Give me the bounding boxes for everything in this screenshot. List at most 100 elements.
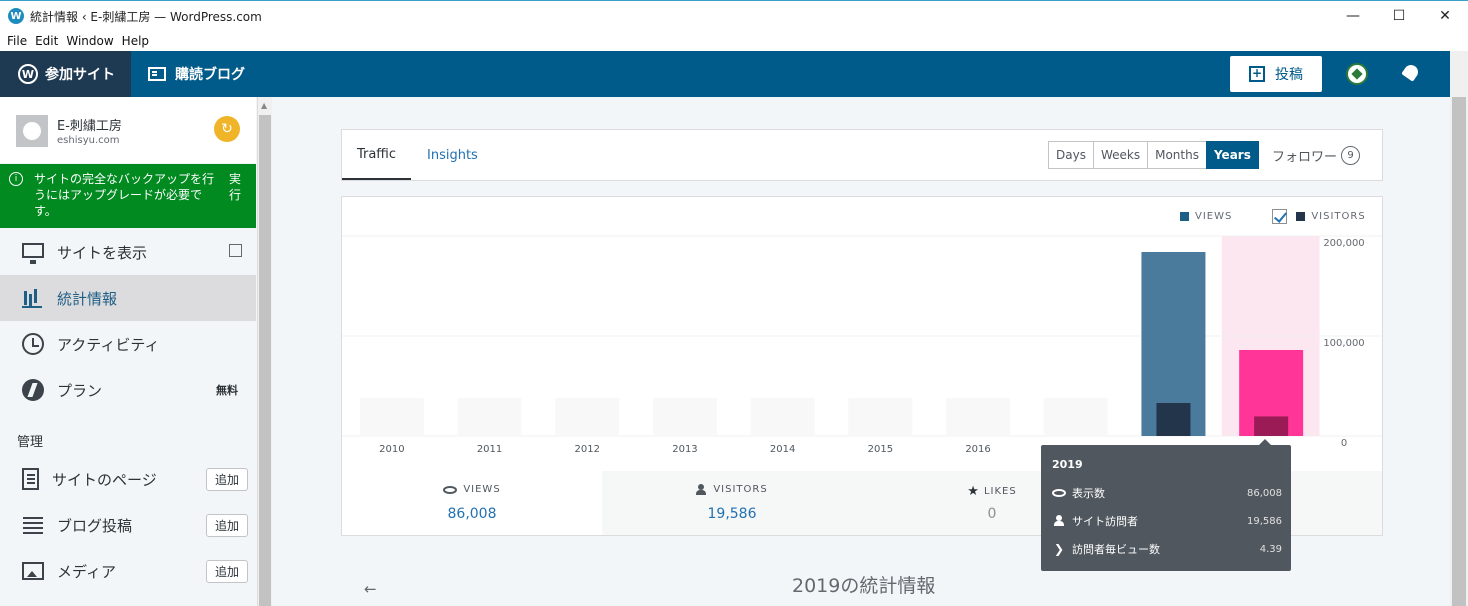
minimize-button[interactable]: — bbox=[1330, 1, 1376, 31]
x-tick-label: 2013 bbox=[672, 444, 697, 455]
site-name: E-刺繍工房 bbox=[57, 119, 122, 134]
tooltip-value: 19,586 bbox=[1247, 515, 1282, 527]
y-tick-label: 100,000 bbox=[1323, 338, 1364, 349]
notice-action[interactable]: 実行 bbox=[229, 171, 243, 203]
add-post-button[interactable]: 追加 bbox=[206, 514, 248, 537]
scroll-up-icon[interactable]: ▲ bbox=[261, 101, 267, 110]
chart-tooltip: 2019 表示数 86,008 サイト訪問者 19,586 ❯ 訪問者毎ビュー数… bbox=[1041, 439, 1291, 571]
y-tick-label: 200,000 bbox=[1323, 238, 1364, 249]
sidebar-item-label: メディア bbox=[57, 562, 116, 581]
period-selector: Days Weeks Months Years bbox=[1048, 141, 1259, 169]
close-button[interactable]: ✕ bbox=[1422, 1, 1468, 31]
masterbar: W 参加サイト 購読ブログ + 投稿 bbox=[0, 51, 1450, 97]
sync-icon[interactable]: ↻ bbox=[214, 116, 240, 142]
total-views-label: VIEWS bbox=[463, 484, 501, 495]
menu-window[interactable]: Window bbox=[66, 34, 113, 48]
empty-bar-placeholder bbox=[750, 398, 815, 436]
sidebar-item-label: サイトを表示 bbox=[57, 243, 148, 262]
sidebar-item-media[interactable]: メディア 追加 bbox=[0, 548, 256, 594]
sidebar-item-view-site[interactable]: サイトを表示 bbox=[0, 229, 256, 275]
maximize-button[interactable]: ☐ bbox=[1376, 1, 1422, 31]
x-tick-label: 2015 bbox=[868, 444, 893, 455]
back-arrow-icon[interactable]: ← bbox=[364, 580, 377, 598]
total-views-tab[interactable]: VIEWS 86,008 bbox=[342, 471, 602, 535]
sidebar-item-label: ブログ投稿 bbox=[57, 516, 133, 535]
tooltip-label: 表示数 bbox=[1072, 487, 1105, 500]
wordpress-logo-icon: W bbox=[18, 64, 38, 84]
period-months[interactable]: Months bbox=[1147, 141, 1207, 169]
empty-bar-placeholder bbox=[359, 398, 424, 436]
visitors-bar bbox=[1254, 416, 1289, 436]
person-icon bbox=[696, 484, 707, 495]
empty-bar-placeholder bbox=[848, 398, 913, 436]
notice-message: サイトの完全なバックアップを行うにはアップグレードが必要です。 bbox=[34, 172, 215, 218]
window-scrollbar-thumb[interactable] bbox=[1452, 97, 1466, 606]
tooltip-label: 訪問者毎ビュー数 bbox=[1072, 543, 1160, 556]
sidebar-item-label: 統計情報 bbox=[57, 289, 118, 308]
total-likes-label: LIKES bbox=[983, 486, 1017, 497]
add-media-button[interactable]: 追加 bbox=[206, 560, 248, 583]
star-icon: ★ bbox=[967, 484, 979, 499]
eye-icon bbox=[1052, 489, 1066, 497]
my-sites-label: 参加サイト bbox=[45, 67, 115, 83]
tooltip-value: 4.39 bbox=[1259, 543, 1282, 555]
reader-icon bbox=[148, 67, 166, 81]
x-tick-label: 2010 bbox=[379, 444, 404, 455]
sidebar-item-label: アクティビティ bbox=[57, 335, 160, 354]
empty-bar-placeholder bbox=[555, 398, 620, 436]
empty-bar-placeholder bbox=[1043, 398, 1108, 436]
x-tick-label: 2016 bbox=[965, 444, 990, 455]
followers-count: 9 bbox=[1341, 146, 1361, 165]
sidebar-item-plan[interactable]: プラン 無料 bbox=[0, 367, 256, 413]
my-sites-button[interactable]: W 参加サイト bbox=[0, 51, 131, 97]
total-visitors-tab[interactable]: VISITORS 19,586 bbox=[602, 471, 862, 535]
period-years[interactable]: Years bbox=[1205, 141, 1259, 169]
tooltip-row-views-per-visitor: ❯ 訪問者毎ビュー数 4.39 bbox=[1052, 541, 1282, 557]
period-weeks[interactable]: Weeks bbox=[1092, 141, 1149, 169]
reader-button[interactable]: 購読ブログ bbox=[148, 51, 245, 97]
menu-help[interactable]: Help bbox=[122, 34, 149, 48]
avatar[interactable] bbox=[1346, 63, 1368, 85]
new-post-icon: + bbox=[1249, 66, 1265, 82]
sidebar-item-label: プラン bbox=[57, 381, 103, 400]
period-days[interactable]: Days bbox=[1048, 141, 1094, 169]
sidebar-scrollbar-thumb[interactable] bbox=[259, 115, 271, 606]
monitor-icon bbox=[22, 242, 44, 264]
stats-nav: Traffic Insights Days Weeks Months Years… bbox=[341, 129, 1383, 181]
sidebar-item-label: サイトのページ bbox=[52, 470, 157, 489]
empty-bar-placeholder bbox=[652, 398, 717, 436]
sidebar-item-pages[interactable]: サイトのページ 追加 bbox=[0, 456, 256, 502]
menu-edit[interactable]: Edit bbox=[35, 34, 58, 48]
sidebar-item-posts[interactable]: ブログ投稿 追加 bbox=[0, 502, 256, 548]
tooltip-year: 2019 bbox=[1052, 458, 1083, 471]
sidebar-item-activity[interactable]: アクティビティ bbox=[0, 321, 256, 367]
write-post-button[interactable]: + 投稿 bbox=[1230, 56, 1322, 92]
site-url: eshisyu.com bbox=[57, 135, 120, 146]
menu-file[interactable]: File bbox=[7, 34, 27, 48]
tab-traffic[interactable]: Traffic bbox=[342, 130, 411, 180]
manage-heading: 管理 bbox=[17, 435, 44, 450]
window-scrollbar[interactable] bbox=[1450, 51, 1468, 606]
add-page-button[interactable]: 追加 bbox=[206, 468, 248, 491]
followers-link[interactable]: フォロワー 9 bbox=[1272, 146, 1361, 165]
tooltip-row-views: 表示数 86,008 bbox=[1052, 485, 1282, 501]
tooltip-row-visitors: サイト訪問者 19,586 bbox=[1052, 513, 1282, 529]
followers-label: フォロワー bbox=[1272, 150, 1338, 165]
bar-chart[interactable]: 200,000 100,000 0 2010 2011 2012 2013 2014 2015 2… bbox=[342, 197, 1382, 471]
total-visitors-label: VISITORS bbox=[713, 484, 768, 495]
tab-insights[interactable]: Insights bbox=[427, 130, 478, 180]
total-visitors-value: 19,586 bbox=[707, 506, 757, 522]
history-icon bbox=[22, 333, 44, 355]
sidebar-item-stats[interactable]: 統計情報 bbox=[0, 275, 256, 321]
eye-icon bbox=[443, 485, 458, 494]
empty-bar-placeholder bbox=[457, 398, 522, 436]
external-link-icon bbox=[229, 244, 242, 257]
reader-label: 購読ブログ bbox=[175, 67, 245, 83]
empty-bar-placeholder bbox=[946, 398, 1011, 436]
notifications-button[interactable] bbox=[1401, 62, 1421, 84]
site-card[interactable]: E-刺繍工房 eshisyu.com ↻ bbox=[0, 97, 256, 163]
sidebar-scrollbar[interactable]: ▲ bbox=[258, 97, 272, 606]
menu-bar: File Edit Window Help bbox=[0, 31, 1468, 51]
backup-upgrade-notice[interactable]: i サイトの完全なバックアップを行うにはアップグレードが必要です。 実行 bbox=[0, 164, 256, 228]
tooltip-label: サイト訪問者 bbox=[1072, 515, 1138, 528]
